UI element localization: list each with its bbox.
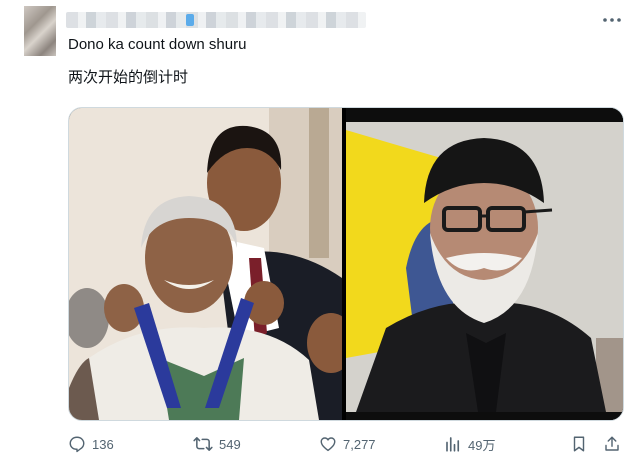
post-media-grid[interactable] <box>68 107 624 421</box>
repost-icon <box>193 437 213 451</box>
more-horizontal-icon <box>603 18 621 22</box>
reply-count: 136 <box>92 436 114 452</box>
author-name-redacted <box>66 12 366 28</box>
share-icon <box>605 436 619 451</box>
post-action-bar: 136 549 7,277 49万 <box>68 430 624 458</box>
heart-icon <box>320 437 336 452</box>
medal-ceremony-photo <box>69 108 342 420</box>
reply-icon <box>69 436 85 453</box>
post-text-line-1: Dono ka count down shuru <box>68 36 247 53</box>
like-button[interactable]: 7,277 <box>319 430 376 458</box>
views-count: 49万 <box>468 437 496 453</box>
post-text-line-2: 两次开始的倒计时 <box>68 68 189 86</box>
analytics-icon <box>446 437 460 452</box>
bookmark-icon <box>573 436 585 452</box>
repost-button[interactable]: 549 <box>193 430 241 458</box>
bookmark-button[interactable] <box>570 430 588 458</box>
views-button[interactable]: 49万 <box>444 430 495 458</box>
reply-button[interactable]: 136 <box>68 430 114 458</box>
media-image-left[interactable] <box>69 108 342 420</box>
media-image-right[interactable] <box>346 108 623 420</box>
man-portrait-photo <box>346 108 623 420</box>
like-count: 7,277 <box>343 436 376 452</box>
avatar[interactable] <box>24 6 56 56</box>
repost-count: 549 <box>219 436 241 452</box>
share-button[interactable] <box>603 430 621 458</box>
verified-badge-icon <box>186 14 194 26</box>
more-options-button[interactable] <box>600 10 624 30</box>
